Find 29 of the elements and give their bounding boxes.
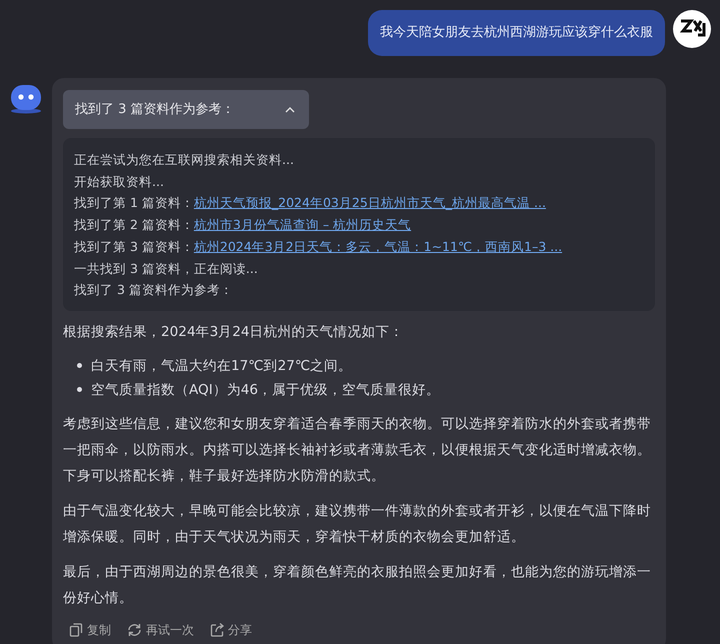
copy-button[interactable]: 复制: [67, 620, 113, 641]
bullet-text: 空气质量指数（AQI）为46，属于优级，空气质量很好。: [91, 380, 440, 400]
sources-toggle[interactable]: 找到了 3 篇资料作为参考：: [63, 90, 309, 129]
log-line: 找到了第 1 篇资料：: [74, 195, 194, 210]
answer-paragraph: 由于气温变化较大，早晚可能会比较凉，建议携带一件薄款的外套或者开衫，以便在气温下降时增添保暖。同时，由于天气状况为雨天，穿着快干材质的衣物会更加舒适。: [63, 502, 652, 547]
log-line: 正在尝试为您在互联网搜索相关资料...: [74, 151, 295, 169]
bullet-text: 白天有雨，气温大约在17℃到27℃之间。: [91, 356, 352, 376]
share-button[interactable]: 分享: [208, 620, 254, 641]
log-line: 找到了 3 篇资料作为参考：: [74, 281, 234, 300]
source-link[interactable]: 杭州2024年3月2日天气：多云，气温：1~11℃，西南风1–3 ...: [194, 238, 562, 254]
log-line: 找到了第 2 篇资料：: [74, 217, 194, 232]
answer-paragraph: 根据搜索结果，2024年3月24日杭州的天气情况如下：: [63, 322, 405, 342]
retry-button[interactable]: 再试一次: [125, 620, 196, 641]
share-icon: [210, 623, 224, 638]
log-line: 找到了第 3 篇资料：: [74, 238, 194, 254]
user-message: 我今天陪女朋友去杭州西湖游玩应该穿什么衣服: [368, 10, 665, 56]
log-line: 一共找到 3 篇资料，正在阅读...: [74, 260, 259, 278]
caret-icon: [284, 106, 295, 112]
copy-icon: [69, 623, 83, 638]
source-link[interactable]: 杭州市3月份气温查询 – 杭州历史天气: [194, 217, 412, 232]
avatar-icon: [673, 10, 711, 48]
bullet-icon: [77, 363, 82, 368]
source-link[interactable]: 杭州天气预报_2024年03月25日杭州市天气_杭州最高气温 ...: [194, 195, 546, 210]
answer-paragraph: 最后，由于西湖周边的景色很美，穿着颜色鲜亮的衣服拍照会更加好看，也能为您的游玩增添一份好心情。: [63, 562, 652, 608]
log-line: 开始获取资料...: [74, 172, 165, 191]
refresh-icon: [127, 623, 142, 638]
bullet-icon: [77, 387, 82, 392]
bot-avatar-icon: [10, 84, 42, 114]
answer-paragraph: 考虑到这些信息，建议您和女朋友穿着适合春季雨天的衣物。可以选择穿着防水的外套或者携带一把雨伞，以防雨水。内搭可以选择长袖衬衫或者薄款毛衣，以便根据天气变化适时增减衣物。下身可以搭配长裤，鞋子最好选择防水防滑的款式。: [63, 414, 652, 486]
